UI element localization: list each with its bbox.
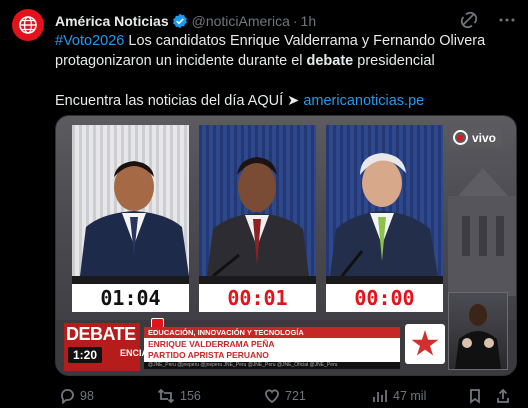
apra-star-icon xyxy=(405,324,445,364)
podium-base-middle xyxy=(199,276,316,284)
author-name[interactable]: América Noticias xyxy=(55,13,169,29)
podium-base-right xyxy=(326,276,443,284)
sign-language-interpreter xyxy=(448,292,508,370)
views-count: 47 mil xyxy=(393,389,427,403)
debate-title: DEBATE xyxy=(66,324,136,344)
hashtag-link[interactable]: #Voto2026 xyxy=(55,33,124,49)
tweet-line-3: Encuentra las noticias del día AQUÍ ➤ am… xyxy=(55,91,517,111)
candidate-1-figure xyxy=(80,161,189,276)
candidate-2-figure xyxy=(207,157,309,276)
tweet-line-2: protagonizaron un incidente durante el d… xyxy=(55,51,517,71)
separator: · xyxy=(292,13,298,29)
more-icon[interactable] xyxy=(498,11,516,32)
speaker-name: ENRIQUE VALDERRAMA PEÑA xyxy=(148,339,275,349)
tweet-header: América Noticias @noticiAmerica · 1h xyxy=(55,11,516,31)
tweet-text-part2: protagonizaron un incidente durante el xyxy=(55,53,307,69)
speaker-party: PARTIDO APRISTA PERUANO xyxy=(148,350,269,360)
candidate-frame-left xyxy=(72,125,189,276)
podium-base-left xyxy=(72,276,189,284)
live-icon xyxy=(452,130,468,145)
video-clock: 1:20 xyxy=(68,347,102,363)
topic-banner: EDUCACIÓN, INNOVACIÓN Y TECNOLOGÍA xyxy=(144,327,400,338)
speaker-banner: ENRIQUE VALDERRAMA PEÑA PARTIDO APRISTA … xyxy=(144,338,400,362)
views-button[interactable]: 47 mil xyxy=(372,388,426,404)
live-badge: vivo xyxy=(449,128,502,147)
header-actions xyxy=(460,11,516,31)
palace-background xyxy=(448,168,516,296)
tweet-actions: 98 156 721 47 mil xyxy=(55,388,517,404)
timer-candidate-2: 00:01 xyxy=(199,284,316,312)
share-icon xyxy=(497,388,509,403)
candidate-frame-right xyxy=(326,125,443,276)
grok-icon[interactable] xyxy=(460,11,478,32)
reply-icon xyxy=(61,389,74,404)
repost-button[interactable]: 156 xyxy=(157,388,201,404)
repost-icon xyxy=(157,388,175,404)
verified-badge-icon[interactable] xyxy=(172,13,188,29)
live-label: vivo xyxy=(471,130,496,145)
tweet-time[interactable]: 1h xyxy=(301,13,317,29)
like-icon xyxy=(265,389,279,404)
tweet-text-part1: Los candidatos Enrique Valderrama y Fern… xyxy=(124,33,486,49)
tweet-text-part3: presidencial xyxy=(353,53,435,69)
timer-candidate-3: 00:00 xyxy=(326,284,443,312)
bookmark-button[interactable] xyxy=(467,388,483,404)
tweet-text-line3: Encuentra las noticias del día AQUÍ ➤ xyxy=(55,93,304,109)
social-handles-bar: @JNE_Peru @jneperu @jneperu JNE_Peru @JN… xyxy=(144,362,400,369)
like-count: 721 xyxy=(285,389,306,403)
tweet-text-bold: debate xyxy=(306,53,354,69)
reply-count: 98 xyxy=(80,389,94,403)
timer-candidate-1: 01:04 xyxy=(72,284,189,312)
like-button[interactable]: 721 xyxy=(264,388,306,404)
tweet-line-1: #Voto2026 Los candidatos Enrique Valderr… xyxy=(55,31,517,51)
author-handle[interactable]: @noticiAmerica xyxy=(192,13,290,29)
tweet-video[interactable]: 01:04 00:01 00:00 vivo DEBATE ENCIAL 1:2… xyxy=(55,115,517,376)
candidate-3-figure xyxy=(330,153,438,276)
views-icon xyxy=(373,390,387,402)
bookmark-icon xyxy=(470,389,480,404)
author-avatar[interactable] xyxy=(12,9,44,41)
external-link[interactable]: americanoticias.pe xyxy=(303,93,424,109)
repost-count: 156 xyxy=(180,389,201,403)
candidate-frame-middle xyxy=(199,125,316,276)
reply-button[interactable]: 98 xyxy=(59,388,94,404)
americanoticias-avatar-icon xyxy=(19,16,37,34)
share-button[interactable] xyxy=(495,388,511,404)
tweet-text: #Voto2026 Los candidatos Enrique Valderr… xyxy=(55,31,517,111)
